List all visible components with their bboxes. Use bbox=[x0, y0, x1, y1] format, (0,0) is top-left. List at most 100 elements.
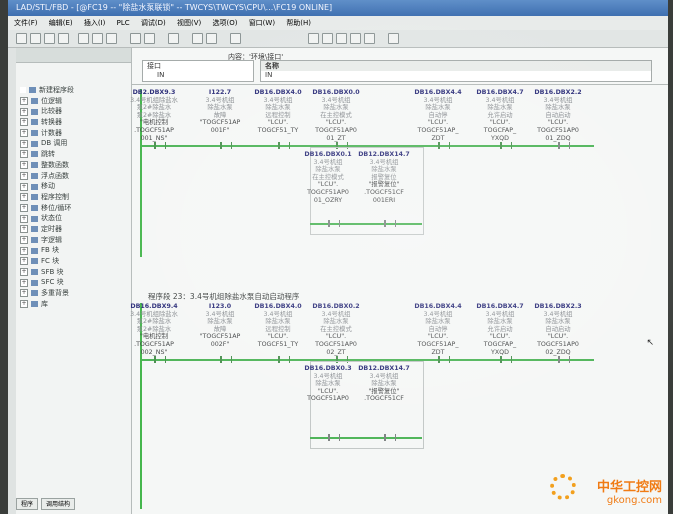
contact-6[interactable] bbox=[558, 142, 570, 149]
save-icon[interactable] bbox=[44, 33, 55, 44]
sidebar-item[interactable]: + 字逻辑 bbox=[20, 235, 131, 246]
sidebar-item[interactable]: + SFC 块 bbox=[20, 277, 131, 288]
expand-icon[interactable]: + bbox=[20, 246, 28, 255]
contact-4[interactable] bbox=[438, 142, 450, 149]
expand-icon[interactable]: + bbox=[20, 193, 28, 202]
menu-view[interactable]: 视图(V) bbox=[177, 19, 201, 27]
contact-5[interactable] bbox=[500, 356, 512, 363]
print-icon[interactable] bbox=[58, 33, 69, 44]
branch-contact-1[interactable] bbox=[384, 220, 396, 227]
sidebar-item[interactable]: + 转换器 bbox=[20, 117, 131, 128]
expand-icon[interactable]: + bbox=[20, 118, 28, 127]
contact-nc-icon[interactable] bbox=[322, 33, 333, 44]
expand-icon[interactable]: + bbox=[20, 171, 28, 180]
sidebar-item[interactable]: + SFB 块 bbox=[20, 267, 131, 278]
expand-icon[interactable]: + bbox=[20, 182, 28, 191]
expand-icon[interactable]: + bbox=[20, 150, 28, 159]
monitor-icon[interactable] bbox=[168, 33, 179, 44]
expand-icon[interactable]: + bbox=[20, 107, 28, 116]
zoom-out-icon[interactable] bbox=[206, 33, 217, 44]
contact-4[interactable] bbox=[438, 356, 450, 363]
interface-root[interactable]: 接口 bbox=[143, 61, 253, 71]
sidebar-item[interactable]: + 计数器 bbox=[20, 128, 131, 139]
sidebar-item[interactable]: + 程序控制 bbox=[20, 192, 131, 203]
expand-icon[interactable]: + bbox=[20, 278, 28, 287]
interface-in[interactable]: IN bbox=[143, 71, 253, 80]
expand-icon[interactable]: + bbox=[20, 203, 28, 212]
expand-icon[interactable] bbox=[20, 87, 26, 94]
sidebar-item[interactable]: + FB 块 bbox=[20, 245, 131, 256]
sidebar-item[interactable]: + 状态位 bbox=[20, 213, 131, 224]
expand-icon[interactable]: + bbox=[20, 235, 28, 244]
coil-icon[interactable] bbox=[336, 33, 347, 44]
branch-contact-1[interactable] bbox=[384, 434, 396, 441]
branch-open-icon[interactable] bbox=[350, 33, 361, 44]
contact-6[interactable] bbox=[558, 356, 570, 363]
name-value[interactable]: IN bbox=[261, 71, 651, 80]
sidebar-item[interactable]: 新建程序段 bbox=[20, 85, 131, 96]
contact-0[interactable] bbox=[154, 142, 166, 149]
sidebar-item[interactable]: + 整数函数 bbox=[20, 160, 131, 171]
contact-2[interactable] bbox=[278, 142, 290, 149]
sidebar-item[interactable]: + 移位/循环 bbox=[20, 203, 131, 214]
tab-program-elements[interactable]: 程序 bbox=[16, 498, 39, 510]
download-icon[interactable] bbox=[130, 33, 141, 44]
expand-icon[interactable]: + bbox=[20, 161, 28, 170]
contact-comment: 故障 bbox=[213, 111, 227, 119]
branch-wire bbox=[310, 437, 422, 439]
menu-options[interactable]: 选项(O) bbox=[212, 19, 237, 27]
cut-icon[interactable] bbox=[78, 33, 89, 44]
branch-close-icon[interactable] bbox=[364, 33, 375, 44]
expand-icon[interactable]: + bbox=[20, 97, 28, 106]
menu-plc[interactable]: PLC bbox=[117, 19, 130, 27]
menu-window[interactable]: 窗口(W) bbox=[249, 19, 275, 27]
expand-icon[interactable]: + bbox=[20, 139, 28, 148]
sidebar-item[interactable]: + 移动 bbox=[20, 181, 131, 192]
contact-5[interactable] bbox=[500, 142, 512, 149]
paste-icon[interactable] bbox=[106, 33, 117, 44]
sidebar-item[interactable]: + 多重背景 bbox=[20, 288, 131, 299]
contact-0[interactable] bbox=[154, 356, 166, 363]
contact-symbol: "LCU". bbox=[427, 119, 449, 127]
sidebar-item[interactable]: + 库 bbox=[20, 299, 131, 310]
contact-2[interactable] bbox=[278, 356, 290, 363]
expand-icon[interactable]: + bbox=[20, 257, 28, 266]
contact-no-icon[interactable] bbox=[308, 33, 319, 44]
menu-debug[interactable]: 调试(D) bbox=[141, 19, 166, 27]
expand-icon[interactable]: + bbox=[20, 129, 28, 138]
expand-icon[interactable]: + bbox=[20, 268, 28, 277]
menu-edit[interactable]: 编辑(E) bbox=[49, 19, 73, 27]
expand-icon[interactable]: + bbox=[20, 289, 28, 298]
tab-call-structure[interactable]: 调用结构 bbox=[41, 498, 76, 510]
branch-contact-0[interactable] bbox=[328, 220, 340, 227]
help-icon[interactable] bbox=[388, 33, 399, 44]
contact-1[interactable] bbox=[220, 142, 232, 149]
zoom-in-icon[interactable] bbox=[192, 33, 203, 44]
new-icon[interactable] bbox=[16, 33, 27, 44]
menu-file[interactable]: 文件(F) bbox=[14, 19, 38, 27]
sidebar-item[interactable]: + 跳转 bbox=[20, 149, 131, 160]
interface-tree[interactable]: 接口 IN bbox=[142, 60, 254, 82]
sidebar-item-label: 多重背景 bbox=[41, 289, 69, 298]
expand-icon[interactable]: + bbox=[20, 225, 28, 234]
sidebar-item[interactable]: + 比较器 bbox=[20, 106, 131, 117]
menu-help[interactable]: 帮助(H) bbox=[286, 19, 311, 27]
contact-symbol: 002F" bbox=[210, 340, 230, 348]
open-icon[interactable] bbox=[30, 33, 41, 44]
sidebar-item[interactable]: + FC 块 bbox=[20, 256, 131, 267]
network-icon[interactable] bbox=[230, 33, 241, 44]
branch-contact-0[interactable] bbox=[328, 434, 340, 441]
copy-icon[interactable] bbox=[92, 33, 103, 44]
sidebar-item[interactable]: + 位逻辑 bbox=[20, 96, 131, 107]
expand-icon[interactable]: + bbox=[20, 214, 28, 223]
sidebar-item[interactable]: + 浮点函数 bbox=[20, 171, 131, 182]
folder-icon bbox=[31, 290, 38, 297]
upload-icon[interactable] bbox=[144, 33, 155, 44]
contact-1[interactable] bbox=[220, 356, 232, 363]
sidebar-item[interactable]: + DB 调用 bbox=[20, 138, 131, 149]
contact-symbol: .TOGCF51CF bbox=[364, 395, 404, 403]
expand-icon[interactable]: + bbox=[20, 300, 28, 309]
contact-symbol: "TOGCF51AP bbox=[199, 119, 241, 127]
menu-insert[interactable]: 插入(I) bbox=[84, 19, 106, 27]
sidebar-item[interactable]: + 定时器 bbox=[20, 224, 131, 235]
